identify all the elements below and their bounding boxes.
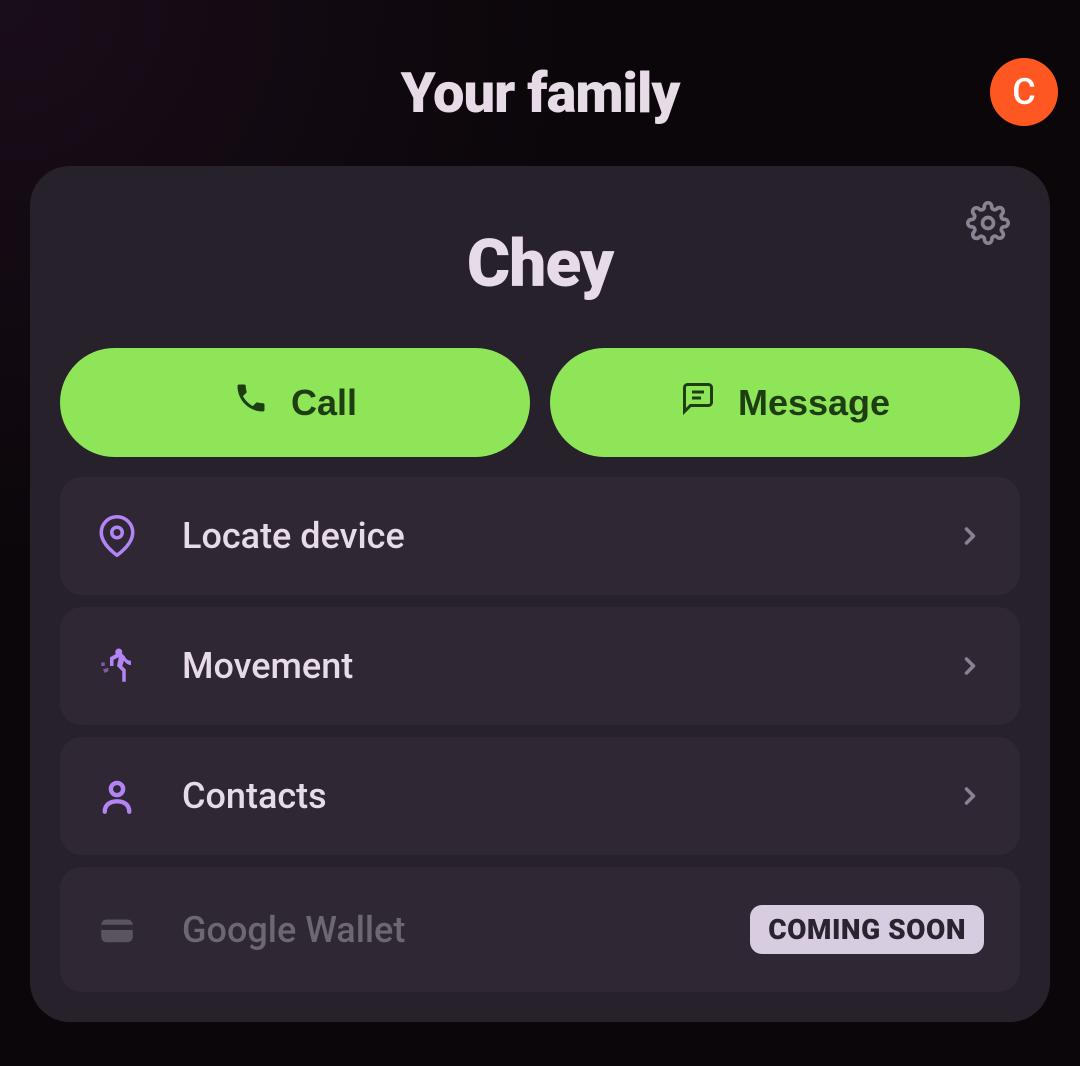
page-title: Your family — [401, 60, 680, 126]
menu-item-label: Contacts — [182, 775, 912, 817]
menu-list: Locate device Movement — [60, 477, 1020, 992]
person-icon — [96, 775, 138, 817]
gear-icon — [966, 230, 1010, 249]
action-buttons-row: Call Message — [60, 348, 1020, 457]
phone-icon — [233, 380, 269, 425]
message-button-label: Message — [738, 382, 890, 424]
location-pin-icon — [96, 515, 138, 557]
message-button[interactable]: Message — [550, 348, 1020, 457]
google-wallet-item: Google Wallet COMING SOON — [60, 867, 1020, 992]
page-header: Your family C — [0, 0, 1080, 166]
chevron-right-icon — [956, 522, 984, 550]
movement-item[interactable]: Movement — [60, 607, 1020, 725]
menu-item-label: Locate device — [182, 515, 912, 557]
family-member-card: Chey Call Message — [30, 166, 1050, 1022]
member-name: Chey — [60, 226, 1020, 303]
avatar-initial: C — [1012, 71, 1036, 113]
locate-device-item[interactable]: Locate device — [60, 477, 1020, 595]
profile-avatar[interactable]: C — [990, 58, 1058, 126]
menu-item-label: Movement — [182, 645, 912, 687]
coming-soon-badge: COMING SOON — [750, 905, 984, 954]
movement-icon — [96, 645, 138, 687]
chevron-right-icon — [956, 652, 984, 680]
wallet-icon — [96, 909, 138, 951]
chevron-right-icon — [956, 782, 984, 810]
call-button[interactable]: Call — [60, 348, 530, 457]
message-icon — [680, 380, 716, 425]
settings-button[interactable] — [966, 201, 1010, 245]
call-button-label: Call — [291, 382, 357, 424]
contacts-item[interactable]: Contacts — [60, 737, 1020, 855]
menu-item-label: Google Wallet — [182, 909, 706, 951]
